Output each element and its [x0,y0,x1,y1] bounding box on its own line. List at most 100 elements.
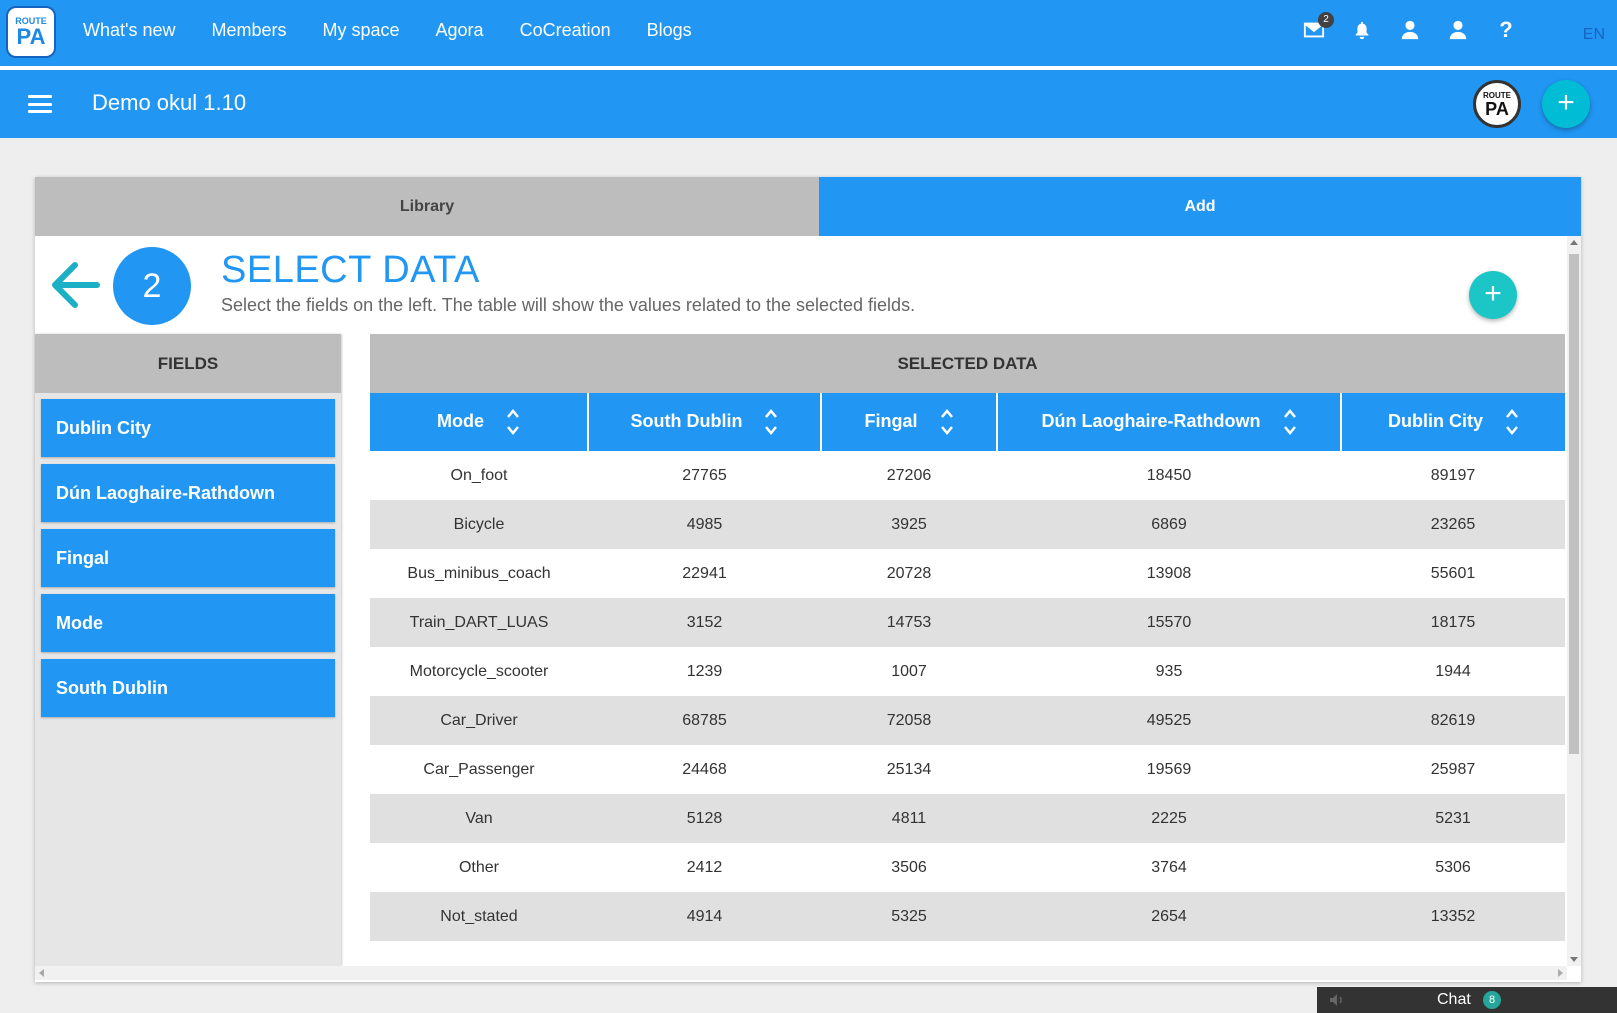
speaker-icon [1330,994,1342,1006]
nav-link-whats-new[interactable]: What's new [83,20,175,41]
sort-icon[interactable] [1505,407,1519,437]
account-button[interactable] [1447,18,1469,42]
tab-library[interactable]: Library [35,177,819,236]
user-icon [1401,20,1419,40]
sort-icon[interactable] [764,407,778,437]
nav-link-cocreation[interactable]: CoCreation [520,20,611,41]
table-cell: 6869 [997,500,1341,549]
column-header-mode[interactable]: Mode [370,393,589,451]
sort-icon[interactable] [940,407,954,437]
table-cell: Van [370,794,588,843]
scroll-down-icon[interactable] [1570,957,1578,962]
table-cell: 2225 [997,794,1341,843]
table-cell: 22941 [682,564,727,582]
scroll-right-icon[interactable] [1558,969,1563,977]
table-cell: 5325 [821,892,997,941]
table-cell: 935 [1155,662,1183,680]
table-header-row: Mode South Dublin Fingal Dún Laoghaire-R… [370,393,1565,451]
tab-add[interactable]: Add [819,177,1581,236]
arrow-left-icon [52,262,100,308]
mail-count-badge: 2 [1318,12,1334,28]
step-number-badge: 2 [113,247,191,325]
table-cell: 72058 [821,696,997,745]
table-cell: 4811 [821,794,997,843]
project-title: Demo okul 1.10 [92,90,247,115]
table-cell: 3925 [821,500,997,549]
nav-link-members[interactable]: Members [211,20,286,41]
column-header-fingal[interactable]: Fingal [821,393,998,451]
table-cell: 25987 [1430,760,1476,778]
field-item-mode[interactable]: Mode [41,594,335,652]
table-row: Van 5128 4811 2225 5231 [370,794,1565,843]
vertical-scrollbar[interactable] [1567,236,1581,966]
table-cell: Other [458,858,499,876]
table-row: Bus_minibus_coach 22941 20728 13908 55601 [370,549,1565,598]
table-cell: 89197 [1430,466,1476,484]
table-cell: 27206 [886,466,932,484]
sort-icon[interactable] [506,407,520,437]
table-cell: 3764 [1151,858,1187,876]
scrollbar-thumb[interactable] [1569,254,1579,754]
table-cell: 18450 [1146,466,1192,484]
table-cell: Car_Passenger [423,760,535,778]
scroll-up-icon[interactable] [1570,240,1578,245]
back-button[interactable] [47,257,103,313]
table-cell: Car_Driver [370,696,588,745]
wizard-card: Library Add 2 SELECT DATA Select the fie… [35,177,1581,982]
menu-icon-line [28,102,52,106]
help-button[interactable]: ? [1495,17,1517,42]
nav-icon-group: 2 ? [1303,12,1517,42]
bell-icon [1355,21,1369,40]
column-header-dun-laoghaire-rathdown[interactable]: Dún Laoghaire-Rathdown [997,393,1342,451]
fields-panel: FIELDS Dublin City Dún Laoghaire-Rathdow… [35,334,341,966]
logo-text-pa: PA [1485,98,1509,119]
table-cell: 15570 [997,598,1341,647]
route-to-pa-logo[interactable]: ROUTE PA [6,6,56,58]
table-cell: Bicycle [370,500,588,549]
table-cell: 55601 [1430,564,1476,582]
field-item-dublin-city[interactable]: Dublin City [41,399,335,457]
table-cell: 23265 [1341,500,1565,549]
table-cell: 27765 [682,466,727,484]
field-item-fingal[interactable]: Fingal [41,529,335,587]
table-cell: 2654 [997,892,1341,941]
menu-button[interactable] [28,95,52,113]
sort-icon[interactable] [1283,407,1297,437]
table-cell: 82619 [1341,696,1565,745]
table-cell: 1239 [686,662,723,680]
project-logo[interactable]: ROUTE PA [1473,80,1521,128]
step-title: SELECT DATA [221,249,480,291]
table-row: Car_Driver 68785 72058 49525 82619 [370,696,1565,745]
table-cell: 1007 [891,662,927,680]
table-cell: 4914 [588,892,821,941]
mail-button[interactable]: 2 [1303,12,1334,42]
chat-widget[interactable]: Chat 8 [1317,987,1617,1013]
table-cell: 19569 [1146,760,1192,778]
horizontal-scrollbar[interactable] [35,966,1567,980]
nav-link-blogs[interactable]: Blogs [647,20,692,41]
field-item-dun-laoghaire-rathdown[interactable]: Dún Laoghaire-Rathdown [41,464,335,522]
table-cell: 68785 [588,696,821,745]
language-selector[interactable]: EN [1583,26,1605,44]
nav-link-my-space[interactable]: My space [323,20,400,41]
column-header-south-dublin[interactable]: South Dublin [588,393,822,451]
table-row: Not_stated 4914 5325 2654 13352 [370,892,1565,941]
table-cell: 2412 [686,858,723,876]
column-header-dublin-city[interactable]: Dublin City [1341,393,1565,451]
scroll-left-icon[interactable] [39,969,44,977]
table-cell: 3152 [588,598,821,647]
add-data-button[interactable]: + [1469,271,1517,319]
table-row: On_foot 27765 27206 18450 89197 [370,451,1565,500]
notifications-button[interactable] [1351,18,1373,42]
profile-button[interactable] [1399,18,1421,42]
field-item-south-dublin[interactable]: South Dublin [41,659,335,717]
nav-link-agora[interactable]: Agora [436,20,484,41]
table-cell: 20728 [886,564,932,582]
table-cell: Train_DART_LUAS [370,598,588,647]
chat-label: Chat [1437,991,1471,1008]
selected-data-heading: SELECTED DATA [370,334,1565,393]
add-button[interactable]: + [1542,80,1590,128]
table-cell: Motorcycle_scooter [409,662,549,680]
table-cell: 13352 [1341,892,1565,941]
table-cell: 3506 [891,858,927,876]
